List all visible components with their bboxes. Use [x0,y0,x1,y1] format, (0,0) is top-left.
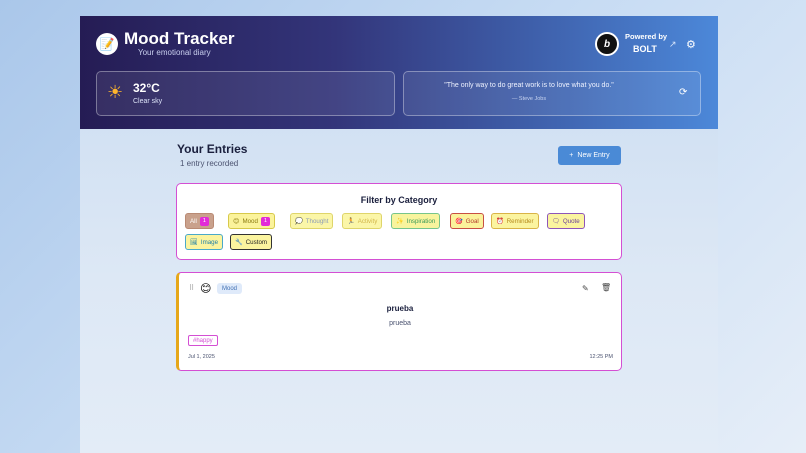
filter-chip-label: Activity [357,217,378,225]
filter-chip-count: 1 [260,216,270,226]
filter-chip-activity[interactable]: 🏃 Activity [342,213,383,229]
temperature: 32°C [133,81,160,95]
filter-chip-inspiration[interactable]: ✨ Inspiration [391,213,441,229]
filter-chip-label: Custom [245,238,268,246]
alarm-clock-icon: ⏰ [496,218,504,225]
notepad-icon: 📝 [96,33,118,55]
target-icon: 🎯 [455,218,463,225]
running-icon: 🏃 [347,218,355,225]
sun-icon: ☀ [107,82,124,102]
app-container: 📝 Mood Tracker Your emotional diary b Po… [80,16,718,453]
filter-chip-label: Thought [305,217,329,225]
filter-chip-quote[interactable]: 🗨 Quote [547,213,585,229]
filter-chip-label: Goal [465,217,479,225]
filter-chip-count: 1 [199,216,209,226]
image-icon: 🖼 [190,239,198,246]
powered-by-label: Powered by [625,32,668,41]
filter-card: Filter by Category All 1 😊 Mood 1 💭 Thou… [176,183,622,260]
filter-chip-label: Reminder [506,217,534,225]
new-entry-button[interactable]: + New Entry [558,146,621,165]
filter-chip-custom[interactable]: 🔧 Custom [230,234,273,250]
filter-chip-goal[interactable]: 🎯 Goal [450,213,484,229]
drag-handle-icon[interactable]: ⠿ [189,284,194,292]
filter-chip-label: All [190,217,197,225]
entry-date: Jul 1, 2025 [188,354,215,360]
sparkles-icon: ✨ [396,218,404,225]
bolt-logo[interactable]: b [595,32,619,56]
header: 📝 Mood Tracker Your emotional diary b Po… [80,16,718,129]
filter-title: Filter by Category [360,195,438,205]
quote-author: — Steve Jobs [511,96,547,102]
refresh-icon[interactable]: ⟳ [679,87,687,98]
entry-tag[interactable]: #happy [188,335,218,346]
filter-chip-label: Inspiration [406,217,436,225]
app-subtitle: Your emotional diary [138,48,211,57]
wrench-icon: 🔧 [235,239,243,246]
thought-bubble-icon: 💭 [295,218,303,225]
filter-chip-label: Mood [242,217,258,225]
filter-chip-label: Quote [562,217,580,225]
bolt-name: BOLT [633,44,657,54]
entries-count: 1 entry recorded [180,159,239,168]
filter-chip-thought[interactable]: 💭 Thought [290,213,334,229]
trash-icon[interactable]: 🗑 [601,283,611,292]
entry-title: prueba [386,304,414,313]
entry-category-badge: Mood [217,283,243,294]
smile-icon: 😊 [233,217,240,225]
filter-chip-all[interactable]: All 1 [185,213,214,229]
entry-card[interactable]: ⠿ 😊 Mood ✎ 🗑 prueba prueba #happy Jul 1,… [176,272,622,371]
external-link-icon[interactable]: ↗ [669,39,679,49]
speech-bubble-icon: 🗨 [552,218,560,225]
filter-chip-reminder[interactable]: ⏰ Reminder [491,213,539,229]
gear-icon[interactable]: ⚙ [686,38,697,51]
app-title: Mood Tracker [124,29,235,48]
edit-icon[interactable]: ✎ [582,284,589,293]
quote-card: "The only way to do great work is to lov… [403,71,701,116]
entry-body: prueba [389,320,411,327]
filter-chip-image[interactable]: 🖼 Image [185,234,224,250]
filter-chip-label: Image [200,238,219,246]
smile-icon: 😊 [200,283,212,295]
new-entry-label: New Entry [577,152,610,159]
entry-time: 12:25 PM [589,354,613,360]
plus-icon: + [569,152,574,159]
weather-description: Clear sky [133,98,163,105]
entries-title: Your Entries [177,142,248,156]
quote-text: "The only way to do great work is to lov… [444,82,614,89]
filter-chip-mood[interactable]: 😊 Mood 1 [228,213,275,229]
weather-card: ☀ 32°C Clear sky [96,71,395,116]
